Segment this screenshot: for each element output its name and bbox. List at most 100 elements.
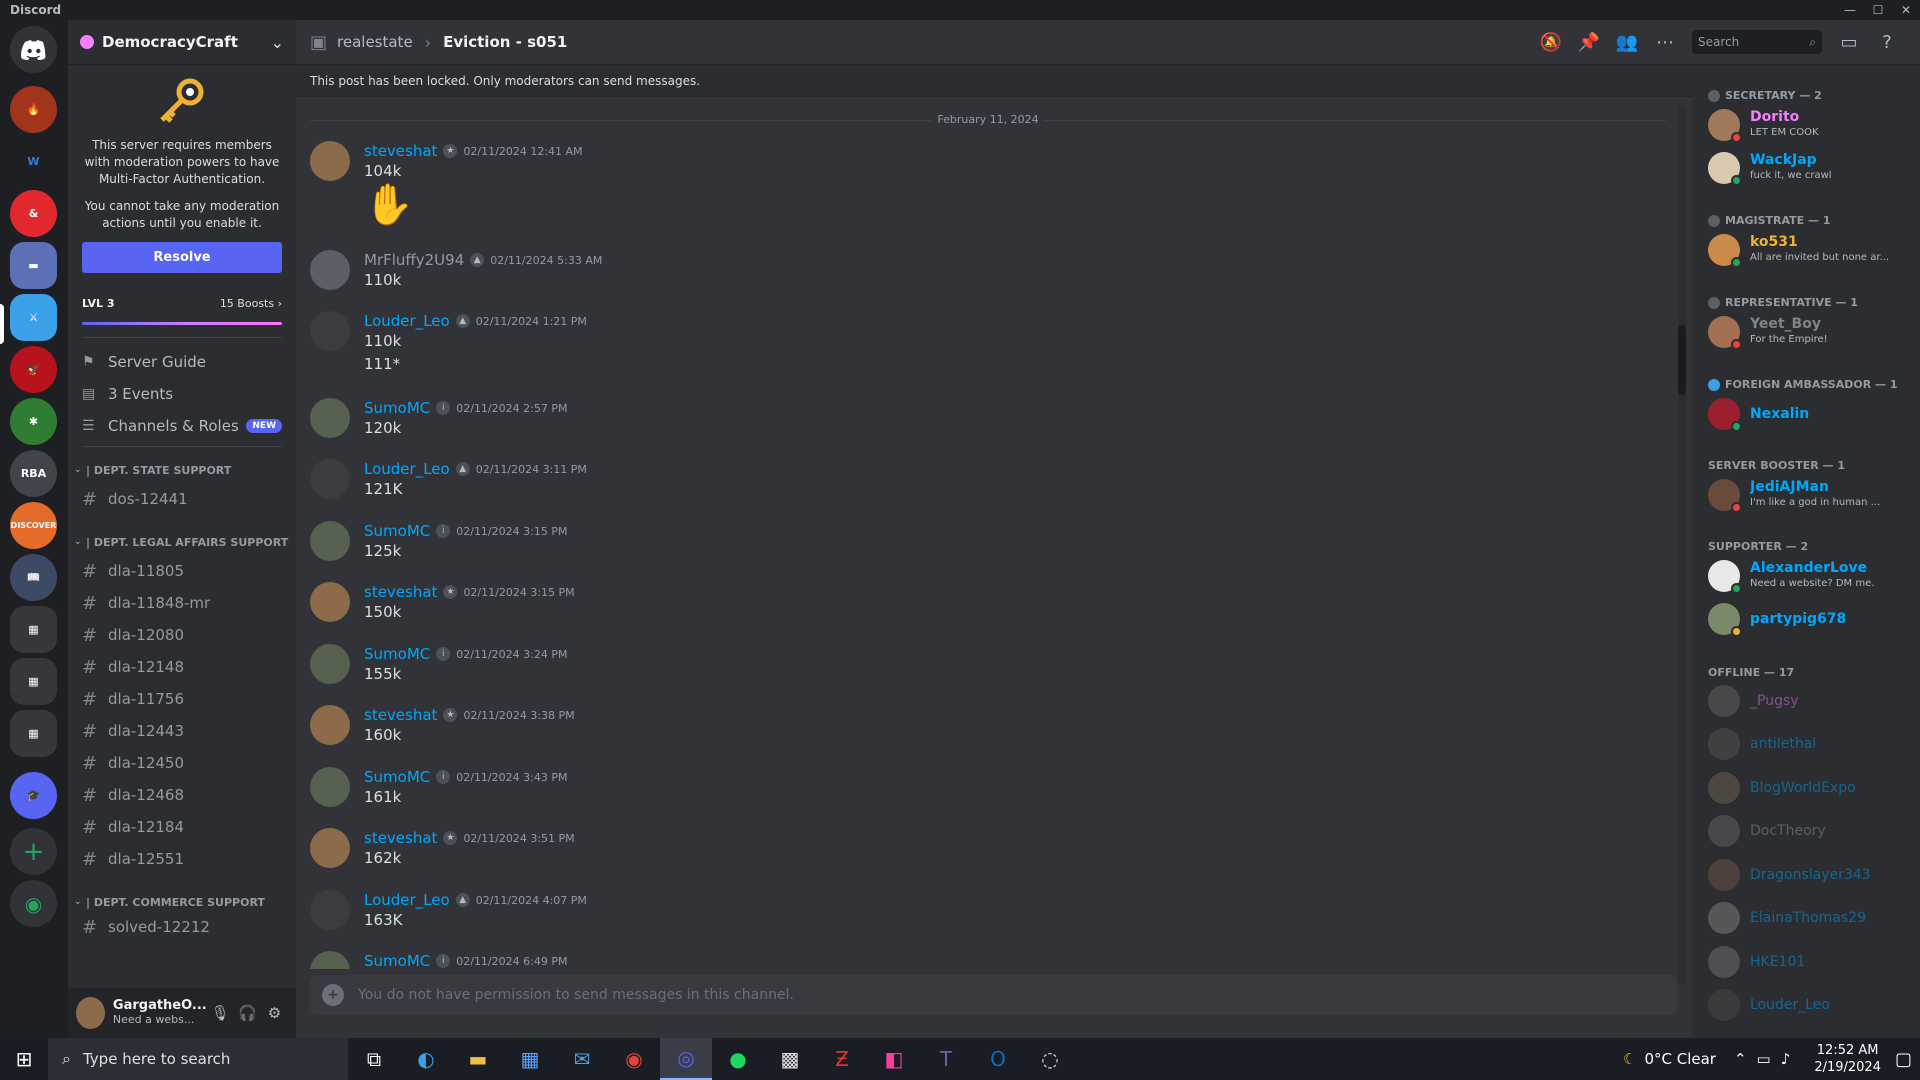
avatar[interactable] <box>310 582 350 622</box>
server-folder-2-icon[interactable]: ▦ <box>10 606 57 653</box>
scrollbar[interactable] <box>1678 105 1686 985</box>
server-democracycraft-icon[interactable]: ⚔ <box>10 294 57 341</box>
message-author[interactable]: SumoMC <box>364 952 430 969</box>
message-author[interactable]: steveshat <box>364 829 437 847</box>
member-item[interactable]: ElainaThomas29 <box>1708 898 1908 938</box>
file-explorer-icon[interactable]: ▬ <box>452 1038 504 1080</box>
avatar[interactable] <box>310 250 350 290</box>
network-icon[interactable]: ▭ <box>1757 1050 1771 1068</box>
member-item[interactable]: DocTheory <box>1708 811 1908 851</box>
category-legal-affairs-support[interactable]: ⌄ | DEPT. LEGAL AFFAIRS SUPPORT <box>68 529 296 555</box>
outlook-icon[interactable]: O <box>972 1038 1024 1080</box>
server-folder-icon[interactable]: ▬ <box>10 242 57 289</box>
message-author[interactable]: SumoMC <box>364 645 430 663</box>
channel-dla-12551[interactable]: # dla-12551 <box>68 843 296 875</box>
member-item[interactable]: Dragonslayer343 <box>1708 855 1908 895</box>
microphone-icon[interactable]: 🎙 <box>207 1004 234 1022</box>
minecraft-icon[interactable]: ▩ <box>764 1038 816 1080</box>
member-item[interactable]: antilethal <box>1708 724 1908 764</box>
channel-solved-12212[interactable]: # solved-12212 <box>68 915 296 939</box>
channel-dla-11848-mr[interactable]: # dla-11848-mr <box>68 587 296 619</box>
explore-servers-icon[interactable]: ◉ <box>10 880 57 927</box>
channel-dla-11805[interactable]: # dla-11805 <box>68 555 296 587</box>
member-list-icon[interactable]: 👥 <box>1608 32 1646 53</box>
channel-dla-12184[interactable]: # dla-12184 <box>68 811 296 843</box>
channel-dla-12468[interactable]: # dla-12468 <box>68 779 296 811</box>
microsoft-store-icon[interactable]: ▦ <box>504 1038 556 1080</box>
member-item[interactable]: ko531 All are invited but none ar... <box>1708 230 1908 270</box>
avatar[interactable] <box>310 521 350 561</box>
chevron-up-icon[interactable]: ⌃ <box>1734 1050 1747 1068</box>
member-item[interactable]: WackJap fuck it, we crawl <box>1708 148 1908 188</box>
channel-dla-12080[interactable]: # dla-12080 <box>68 619 296 651</box>
weather-readout[interactable]: 0°C Clear <box>1644 1050 1716 1068</box>
message-author[interactable]: SumoMC <box>364 768 430 786</box>
server-folder-3-icon[interactable]: ▦ <box>10 658 57 705</box>
boost-progress[interactable]: LVL 3 15 Boosts › <box>68 297 296 310</box>
server-w-icon[interactable]: W <box>10 138 57 185</box>
search-input[interactable]: Search ⌕ <box>1692 30 1822 54</box>
avatar[interactable] <box>310 890 350 930</box>
server-guide-link[interactable]: ⚑ Server Guide <box>68 346 296 378</box>
gear-icon[interactable]: ⚙ <box>261 1004 288 1022</box>
channel-dos-12441[interactable]: # dos-12441 <box>68 483 296 515</box>
server-discover-icon[interactable]: DISCOVER <box>10 502 57 549</box>
member-item[interactable]: AlexanderLove Need a website? DM me. <box>1708 556 1908 596</box>
avatar[interactable] <box>310 951 350 969</box>
windows-start-icon[interactable]: ⊞ <box>0 1038 48 1080</box>
help-icon[interactable]: ? <box>1868 32 1906 53</box>
message-author[interactable]: SumoMC <box>364 522 430 540</box>
server-gear-icon[interactable]: ✱ <box>10 398 57 445</box>
message-author[interactable]: steveshat <box>364 142 437 160</box>
edge-browser-icon[interactable]: ◐ <box>400 1038 452 1080</box>
graduation-cap-icon[interactable]: 🎓 <box>10 772 57 819</box>
message-author[interactable]: MrFluffy2U94 <box>364 251 464 269</box>
server-rba-icon[interactable]: RBA <box>10 450 57 497</box>
avatar[interactable] <box>310 767 350 807</box>
chevron-down-icon[interactable]: ⌄ <box>271 33 284 52</box>
close-icon[interactable]: ✕ <box>1892 0 1920 20</box>
headphones-icon[interactable]: 🎧 <box>234 1004 261 1022</box>
scrollbar-thumb[interactable] <box>1678 325 1686 395</box>
member-item[interactable]: _Pugsy <box>1708 681 1908 721</box>
channel-dla-11756[interactable]: # dla-11756 <box>68 683 296 715</box>
member-item[interactable]: BlogWorldExpo <box>1708 768 1908 808</box>
notifications-icon[interactable]: ▢ <box>1895 1049 1912 1070</box>
server-dnd-icon[interactable]: & <box>10 190 57 237</box>
filezilla-icon[interactable]: Ƶ <box>816 1038 868 1080</box>
member-item[interactable]: Yeet_Boy For the Empire! <box>1708 312 1908 352</box>
minimize-icon[interactable]: — <box>1836 0 1864 20</box>
maximize-icon[interactable]: ☐ <box>1864 0 1892 20</box>
category-commerce-support[interactable]: ⌄ | DEPT. COMMERCE SUPPORT <box>68 889 296 915</box>
pin-icon[interactable]: 📌 <box>1570 32 1608 53</box>
message-author[interactable]: Louder_Leo <box>364 891 450 909</box>
spotify-icon[interactable]: ● <box>712 1038 764 1080</box>
avatar[interactable] <box>310 459 350 499</box>
member-item[interactable]: Nexalin <box>1708 394 1908 434</box>
server-folder-4-icon[interactable]: ▦ <box>10 710 57 757</box>
member-item[interactable]: Louder_Leo <box>1708 985 1908 1025</box>
server-fire-icon[interactable]: 🔥 <box>10 86 57 133</box>
taskbar-search-input[interactable]: ⌕ Type here to search <box>48 1038 348 1080</box>
avatar[interactable] <box>310 311 350 351</box>
message-author[interactable]: SumoMC <box>364 399 430 417</box>
discord-taskbar-icon[interactable]: ◎ <box>660 1038 712 1080</box>
avatar[interactable] <box>310 141 350 181</box>
message-author[interactable]: steveshat <box>364 583 437 601</box>
category-state-support[interactable]: ⌄ | DEPT. STATE SUPPORT <box>68 457 296 483</box>
avatar[interactable] <box>310 828 350 868</box>
inbox-icon[interactable]: ▭ <box>1830 32 1868 53</box>
avatar[interactable] <box>76 997 105 1029</box>
add-server-icon[interactable]: + <box>10 828 57 875</box>
more-options-icon[interactable]: ⋯ <box>1646 32 1684 53</box>
mail-icon[interactable]: ✉ <box>556 1038 608 1080</box>
server-eagle-icon[interactable]: 🦅 <box>10 346 57 393</box>
task-view-icon[interactable]: ⧉ <box>348 1038 400 1080</box>
volume-icon[interactable]: ♪ <box>1781 1050 1791 1068</box>
avatar[interactable] <box>310 705 350 745</box>
member-item[interactable]: HKE101 <box>1708 942 1908 982</box>
member-item[interactable]: partypig678 <box>1708 599 1908 639</box>
member-item[interactable]: JediAJMan I'm like a god in human ... <box>1708 475 1908 515</box>
mute-notifications-icon[interactable]: 🔕 <box>1532 32 1570 53</box>
breadcrumb-forum[interactable]: realestate <box>337 33 413 51</box>
